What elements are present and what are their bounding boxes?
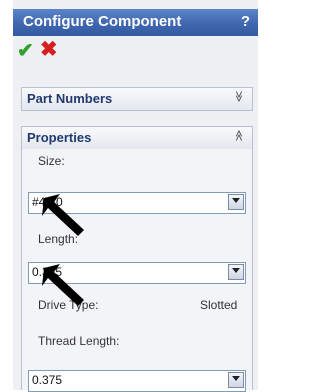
pointer-arrow-icon (42, 264, 84, 306)
drive-type-value: Slotted (200, 298, 238, 312)
cancel-x-icon[interactable]: ✖ (40, 37, 58, 62)
dropdown-arrow-icon (232, 268, 240, 273)
thread-length-dropdown-button[interactable] (228, 372, 244, 388)
expand-chevron-icon[interactable]: ≫ (233, 91, 246, 103)
length-dropdown-button[interactable] (228, 264, 244, 280)
title-bar: Configure Component ? (13, 9, 258, 36)
ok-check-icon[interactable]: ✔ (17, 38, 34, 63)
pointer-arrow-icon (42, 194, 84, 236)
section-properties[interactable]: Properties ≪ (21, 126, 253, 150)
thread-length-combo[interactable]: 0.375 (28, 370, 246, 392)
action-bar: ✔ ✖ (13, 37, 258, 72)
collapse-chevron-icon[interactable]: ≪ (233, 130, 246, 142)
thread-length-label: Thread Length: (38, 334, 120, 348)
section-part-numbers-label: Part Numbers (27, 91, 113, 106)
dropdown-arrow-icon (232, 376, 240, 381)
dropdown-arrow-icon (232, 198, 240, 203)
thread-length-value: 0.375 (32, 373, 63, 387)
section-properties-label: Properties (27, 130, 92, 145)
size-dropdown-button[interactable] (228, 194, 244, 210)
section-part-numbers[interactable]: Part Numbers ≫ (21, 87, 253, 111)
size-label: Size: (38, 154, 65, 168)
help-button[interactable]: ? (241, 13, 250, 30)
panel-title: Configure Component (23, 13, 182, 30)
